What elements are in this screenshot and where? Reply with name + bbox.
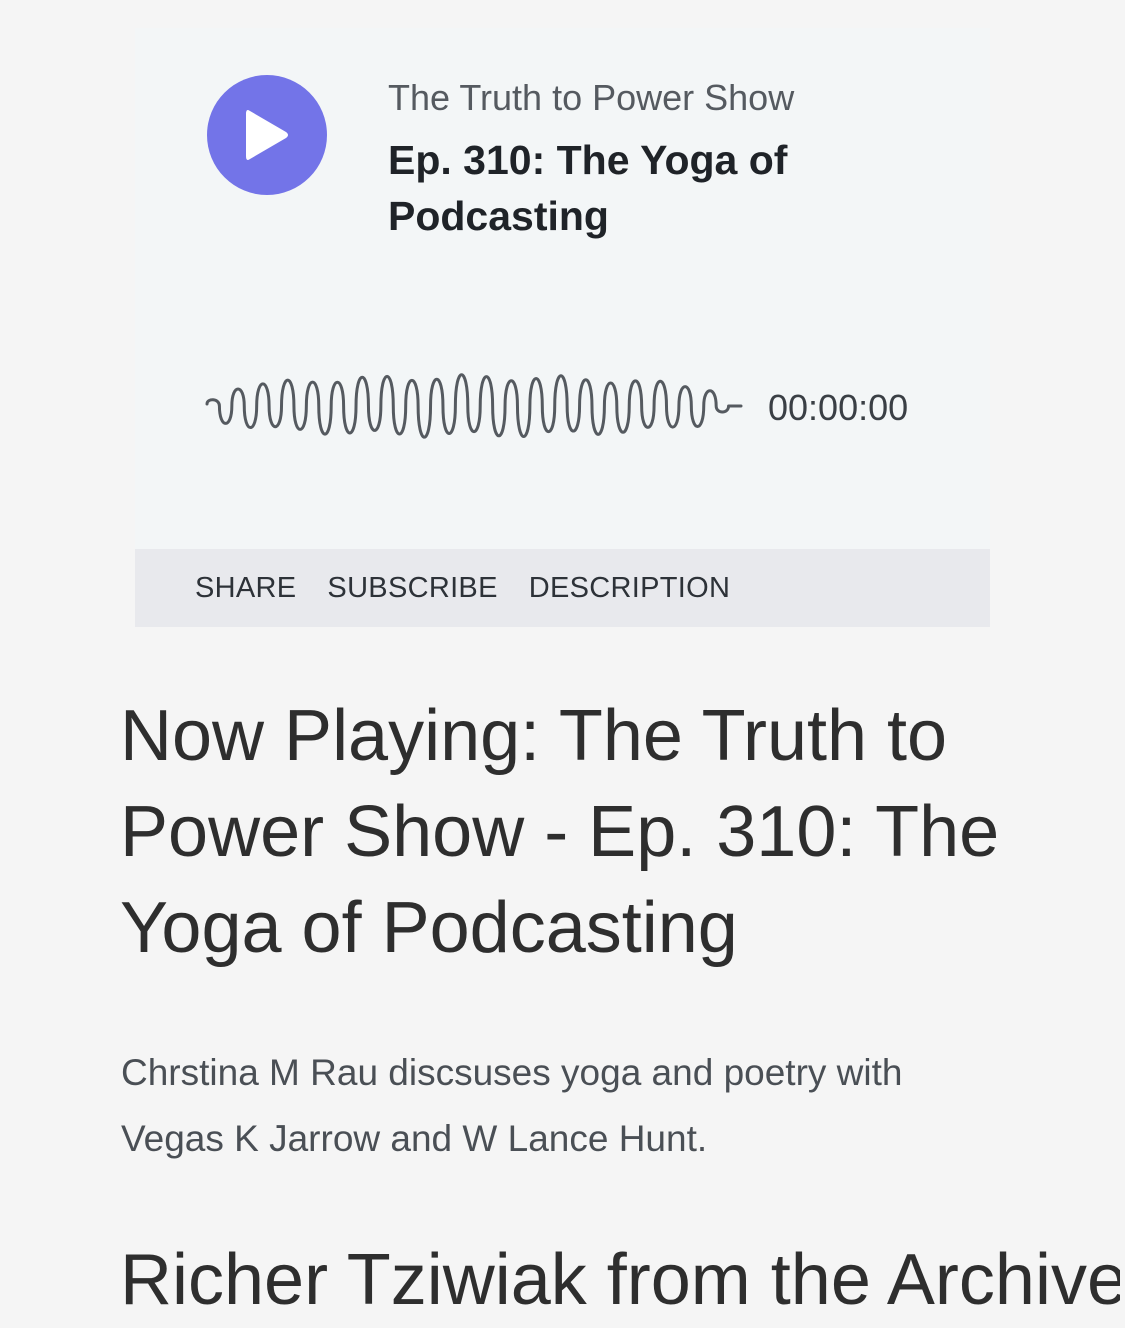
episode-description: Chrstina M Rau discsuses yoga and poetry… <box>121 1052 903 1159</box>
waveform-line <box>205 373 743 439</box>
time-display: 00:00:00 <box>768 387 909 428</box>
tab-description[interactable]: DESCRIPTION <box>529 568 731 608</box>
play-icon <box>246 110 288 160</box>
player-tab-bar: SHARE SUBSCRIBE DESCRIPTION <box>135 549 990 627</box>
next-section-heading: Richer Tziwiak from the Archive <box>120 1240 1120 1320</box>
episode-title: Ep. 310: The Yoga of Podcasting <box>388 137 788 239</box>
podcast-player: The Truth to Power Show Ep. 310: The Yog… <box>135 28 990 627</box>
tab-subscribe[interactable]: SUBSCRIBE <box>327 568 497 608</box>
waveform-scrubber[interactable] <box>205 356 745 456</box>
play-button[interactable] <box>207 75 327 195</box>
show-name: The Truth to Power Show <box>388 77 795 118</box>
page-title: Now Playing: The Truth to Power Show - E… <box>120 696 1000 968</box>
tab-share[interactable]: SHARE <box>195 568 296 608</box>
